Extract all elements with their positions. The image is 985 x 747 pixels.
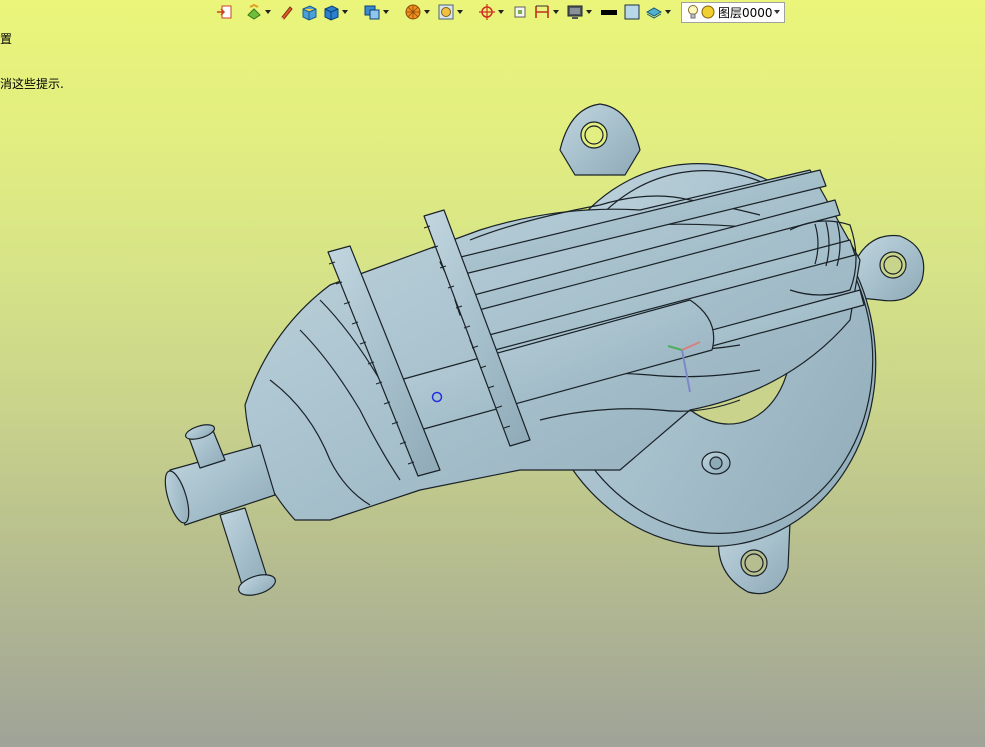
- shading-mode-button[interactable]: [403, 1, 434, 23]
- monitor-icon: [567, 5, 583, 19]
- layer-selector-value: 图层0000: [718, 5, 773, 20]
- layer-color-dot-icon: [701, 5, 715, 19]
- line-color-button[interactable]: [598, 1, 620, 23]
- cad-part[interactable]: [160, 103, 925, 599]
- dimension-button[interactable]: [532, 1, 563, 23]
- layers-button[interactable]: [644, 1, 675, 23]
- layers-icon: [645, 7, 663, 19]
- snap-crosshair-button[interactable]: [477, 1, 508, 23]
- solid-box-button[interactable]: [321, 1, 352, 23]
- line-color-icon: [601, 10, 617, 15]
- fill-color-button[interactable]: [622, 1, 642, 23]
- crosshair-icon: [479, 4, 495, 20]
- shaded-box-button[interactable]: [299, 1, 319, 23]
- small-square-button[interactable]: [510, 1, 530, 23]
- layer-paint-icon: [247, 3, 261, 20]
- frame-view-button[interactable]: [436, 1, 467, 23]
- layer-paint-button[interactable]: [244, 1, 275, 23]
- solid-box-blue-icon: [324, 5, 339, 21]
- cad-viewport[interactable]: [0, 0, 985, 747]
- dimension-icon: [535, 5, 549, 18]
- box-view-button[interactable]: [362, 1, 393, 23]
- sketch-pencil-button[interactable]: [277, 1, 297, 23]
- layer-selector[interactable]: 图层0000: [681, 1, 785, 23]
- sphere-shade-icon: [405, 4, 421, 20]
- import-icon: [217, 5, 232, 19]
- fill-color-icon: [624, 4, 640, 20]
- frame-view-icon: [438, 4, 454, 20]
- view-toolbar: 图层0000: [214, 0, 785, 24]
- import-button[interactable]: [214, 1, 234, 23]
- display-monitor-button[interactable]: [565, 1, 596, 23]
- pencil-icon: [281, 6, 293, 20]
- lightbulb-icon: [688, 5, 698, 19]
- chevron-down-icon: [774, 10, 780, 14]
- solid-box-yellow-icon: [302, 5, 317, 21]
- small-square-icon: [514, 6, 526, 18]
- box-view-icon: [364, 5, 380, 20]
